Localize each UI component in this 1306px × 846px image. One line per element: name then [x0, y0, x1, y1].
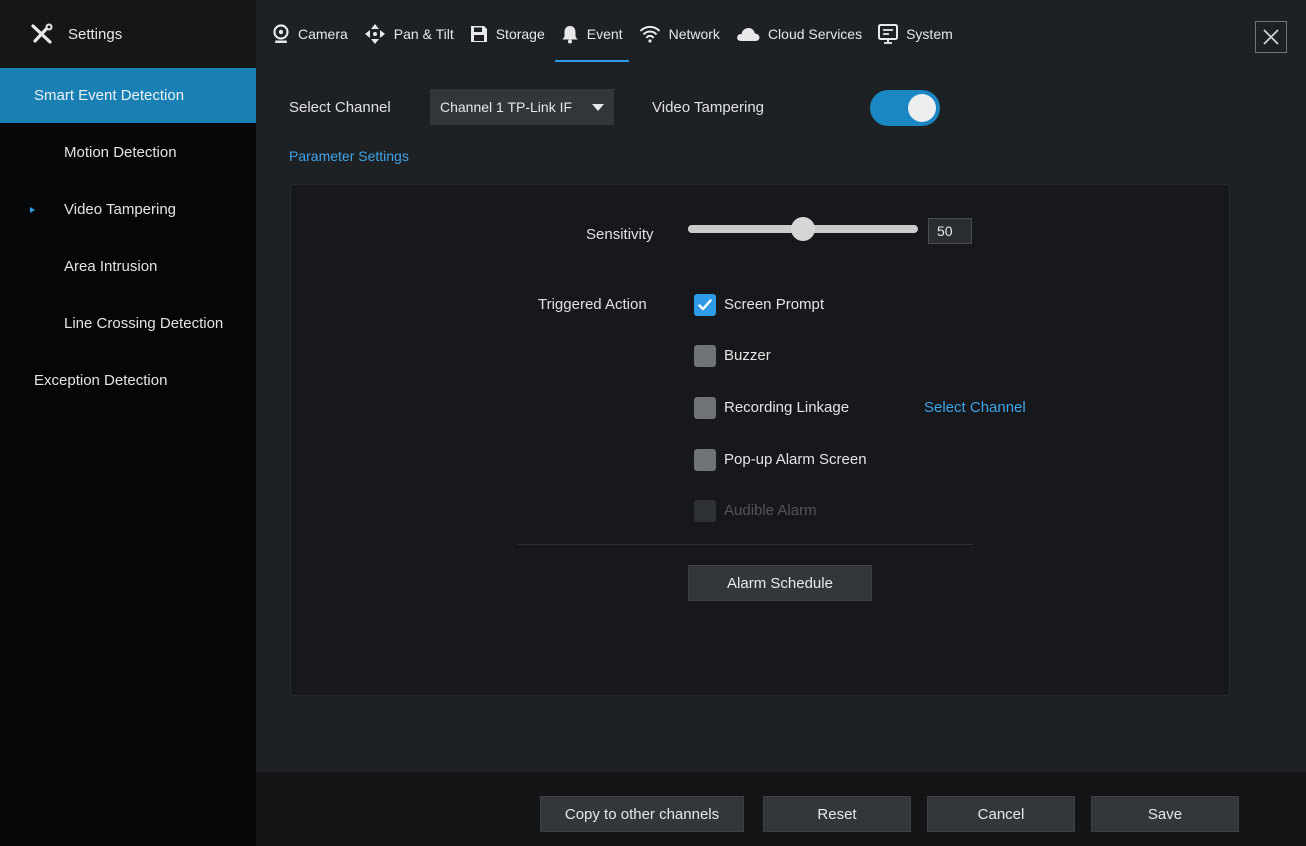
close-icon: [1263, 29, 1279, 45]
settings-title: Settings: [68, 25, 123, 43]
tab-label: Network: [668, 26, 720, 42]
sidebar-item-smart-event-detection[interactable]: Smart Event Detection: [0, 68, 256, 123]
main-tabs: Camera Pan & Tilt Storage Event Network …: [256, 0, 961, 68]
sensitivity-value-input[interactable]: 50: [928, 218, 972, 244]
sidebar-item-label: Line Crossing Detection: [64, 315, 224, 332]
popup-alarm-screen-checkbox[interactable]: [694, 449, 716, 471]
bell-icon: [562, 26, 578, 44]
tab-label: Event: [586, 26, 623, 42]
sidebar-item-label: Motion Detection: [64, 144, 177, 161]
sidebar-item-video-tampering[interactable]: Video Tampering: [0, 182, 256, 237]
cancel-label: Cancel: [977, 805, 1025, 823]
sensitivity-label: Sensitivity: [586, 226, 654, 243]
sidebar-item-label: Smart Event Detection: [34, 87, 185, 104]
sidebar-item-label: Video Tampering: [64, 201, 177, 218]
tab-pan-tilt[interactable]: Pan & Tilt: [356, 0, 462, 68]
tab-label: Pan & Tilt: [393, 26, 454, 42]
tab-label: Camera: [298, 26, 348, 42]
channel-select[interactable]: Channel 1 TP-Link IF: [430, 89, 614, 125]
tab-network[interactable]: Network: [631, 0, 728, 68]
video-tampering-toggle[interactable]: [870, 90, 940, 126]
slider-thumb[interactable]: [791, 217, 815, 241]
reset-label: Reset: [817, 805, 857, 823]
wifi-icon: [639, 25, 660, 43]
footer-actions: Copy to other channels Reset Cancel Save: [256, 772, 1306, 846]
parameter-settings-panel: [290, 184, 1230, 696]
sensitivity-value: 50: [937, 223, 953, 239]
tab-label: System: [906, 26, 953, 42]
save-label: Save: [1147, 805, 1183, 823]
current-item-caret-icon: [30, 206, 35, 213]
triggered-action-label: Triggered Action: [538, 296, 647, 313]
channel-select-value: Channel 1 TP-Link IF: [440, 99, 573, 115]
storage-icon: [470, 26, 487, 42]
audible-alarm-checkbox: [694, 500, 716, 522]
dropdown-arrow-icon: [592, 104, 604, 111]
save-button[interactable]: Save: [1091, 796, 1239, 832]
sidebar-item-line-crossing-detection[interactable]: Line Crossing Detection: [0, 296, 256, 351]
tab-cloud-services[interactable]: Cloud Services: [728, 0, 870, 68]
sidebar-item-exception-detection[interactable]: Exception Detection: [0, 353, 256, 408]
cancel-button[interactable]: Cancel: [927, 796, 1075, 832]
sidebar: Smart Event Detection Motion Detection V…: [0, 68, 256, 846]
top-bar: Settings Camera Pan & Tilt Storage Event…: [0, 0, 1306, 68]
copy-to-other-channels-button[interactable]: Copy to other channels: [540, 796, 744, 832]
recording-linkage-checkbox[interactable]: [694, 397, 716, 419]
checkmark-icon: [698, 299, 712, 311]
slider-fill: [688, 225, 803, 233]
screen-prompt-label: Screen Prompt: [724, 296, 825, 313]
buzzer-checkbox[interactable]: [694, 345, 716, 367]
close-button[interactable]: [1255, 21, 1287, 53]
video-tampering-label: Video Tampering: [652, 99, 765, 116]
divider: [518, 544, 974, 545]
popup-alarm-screen-label: Pop-up Alarm Screen: [724, 451, 867, 468]
sensitivity-slider[interactable]: [688, 217, 918, 241]
parameter-settings-heading: Parameter Settings: [289, 148, 409, 164]
camera-icon: [273, 24, 289, 43]
recording-linkage-label: Recording Linkage: [724, 399, 850, 416]
sidebar-item-label: Area Intrusion: [64, 258, 158, 275]
sidebar-item-area-intrusion[interactable]: Area Intrusion: [0, 239, 256, 294]
settings-brand: Settings: [0, 0, 256, 68]
cloud-icon: [737, 28, 760, 41]
reset-button[interactable]: Reset: [763, 796, 911, 832]
screen-prompt-checkbox[interactable]: [694, 294, 716, 316]
alarm-schedule-button[interactable]: Alarm Schedule: [688, 565, 872, 601]
pan-tilt-icon: [364, 24, 385, 44]
tab-system[interactable]: System: [870, 0, 961, 68]
copy-label: Copy to other channels: [564, 805, 720, 823]
tab-label: Storage: [495, 26, 545, 42]
audible-alarm-label: Audible Alarm: [724, 502, 817, 519]
alarm-schedule-label: Alarm Schedule: [727, 574, 833, 592]
select-channel-label: Select Channel: [289, 99, 391, 116]
select-channel-link[interactable]: Select Channel: [924, 399, 1026, 416]
tab-storage[interactable]: Storage: [462, 0, 553, 68]
buzzer-label: Buzzer: [724, 347, 771, 364]
sidebar-item-label: Exception Detection: [34, 372, 168, 389]
tab-event[interactable]: Event: [553, 0, 631, 68]
tab-label: Cloud Services: [767, 26, 863, 42]
tools-icon: [31, 23, 53, 44]
toggle-knob: [908, 94, 936, 122]
monitor-icon: [878, 24, 899, 44]
main-content: Select Channel Channel 1 TP-Link IF Vide…: [256, 68, 1306, 772]
tab-camera[interactable]: Camera: [264, 0, 356, 68]
sidebar-item-motion-detection[interactable]: Motion Detection: [0, 125, 256, 180]
